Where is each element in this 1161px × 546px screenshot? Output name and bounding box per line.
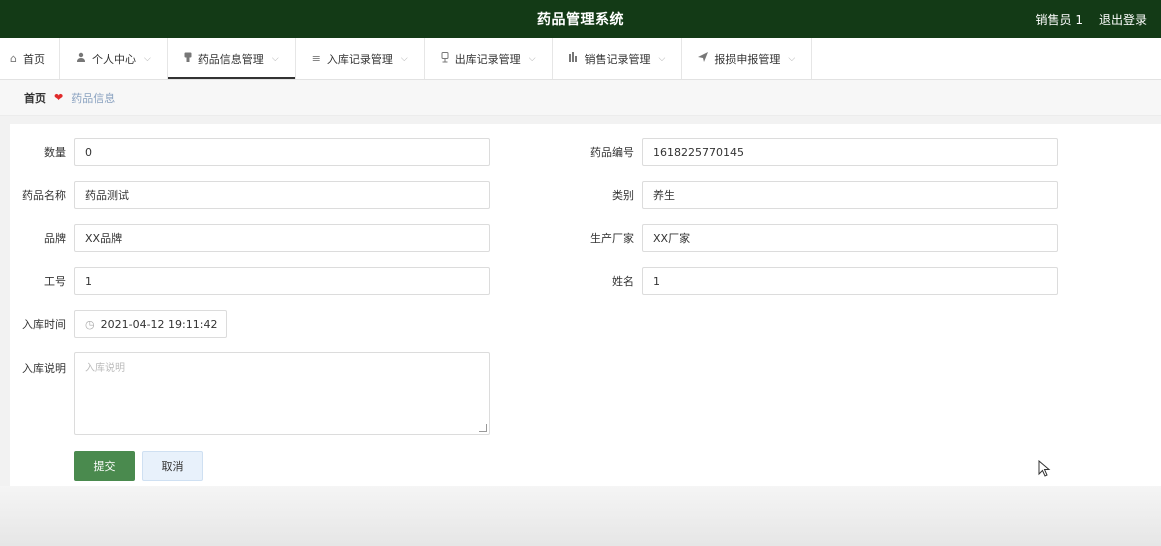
chevron-down-icon: ⌵ — [528, 53, 536, 64]
form-row-name: 药品名称 药品测试 — [10, 181, 490, 209]
chevron-down-icon: ⌵ — [788, 53, 796, 64]
nav-item-outbound-records[interactable]: 出库记录管理 ⌵ — [425, 38, 553, 79]
app-title: 药品管理系统 — [537, 12, 624, 28]
worker-id-input[interactable]: 1 — [74, 267, 490, 295]
breadcrumb: 首页 ❤ 药品信息 — [0, 80, 1161, 116]
description-label: 入库说明 — [22, 362, 66, 375]
worker-id-label: 工号 — [44, 275, 66, 288]
inbound-time-value: 2021-04-12 19:11:42 — [100, 317, 218, 331]
brand-input[interactable]: XX品牌 — [74, 224, 490, 252]
list-icon: ≡ — [311, 52, 321, 65]
quantity-input[interactable]: 0 — [74, 138, 490, 166]
page-footer-area — [0, 486, 1161, 546]
nav-item-drug-info[interactable]: 药品信息管理 ⌵ — [168, 38, 296, 79]
form-panel: 数量 0 药品编号 1618225770145 药品名称 药品测试 类别 养生 … — [10, 124, 1161, 504]
submit-button[interactable]: 提交 — [74, 451, 135, 481]
top-header: 药品管理系统 销售员 1 退出登录 — [0, 0, 1161, 38]
inbound-time-picker[interactable]: ◷ 2021-04-12 19:11:42 — [74, 310, 227, 338]
nav-item-sales-records[interactable]: 销售记录管理 ⌵ — [553, 38, 683, 79]
nav-item-label: 销售记录管理 — [584, 52, 651, 66]
current-user: 销售员 1 — [1035, 12, 1083, 27]
header-right: 销售员 1 退出登录 — [1036, 0, 1147, 38]
nav-item-label: 出库记录管理 — [454, 52, 521, 66]
manufacturer-label: 生产厂家 — [590, 232, 634, 245]
main-nav: ⌂ 首页 个人中心 ⌵ 药品信息管理 ⌵ ≡ 入库记录管理 ⌵ 出库记录管理 ⌵… — [0, 38, 1161, 80]
chevron-down-icon: ⌵ — [143, 53, 151, 64]
breadcrumb-current: 药品信息 — [71, 91, 116, 105]
nav-item-loss-report[interactable]: 报损申报管理 ⌵ — [682, 38, 813, 79]
send-icon — [698, 52, 709, 65]
nav-item-label: 报损申报管理 — [714, 52, 781, 66]
manufacturer-input[interactable]: XX厂家 — [642, 224, 1058, 252]
category-input[interactable]: 养生 — [642, 181, 1058, 209]
nav-item-label: 个人中心 — [91, 52, 136, 66]
nav-item-label: 药品信息管理 — [197, 52, 264, 66]
form-row-quantity: 数量 0 — [10, 138, 490, 166]
form-row-category: 类别 养生 — [570, 181, 1058, 209]
brand-label: 品牌 — [44, 232, 66, 245]
form-row-worker-id: 工号 1 — [10, 267, 490, 295]
worker-name-input[interactable]: 1 — [642, 267, 1058, 295]
inbound-time-label: 入库时间 — [22, 318, 66, 331]
user-icon — [76, 52, 86, 65]
form-row-code: 药品编号 1618225770145 — [570, 138, 1058, 166]
quantity-label: 数量 — [44, 146, 66, 159]
clock-icon: ◷ — [85, 317, 95, 331]
bar-chart-icon — [568, 52, 579, 65]
nav-item-inbound-records[interactable]: ≡ 入库记录管理 ⌵ — [296, 38, 425, 79]
nav-item-label: 首页 — [22, 52, 45, 66]
mouse-cursor-icon — [1038, 460, 1051, 477]
drug-name-label: 药品名称 — [22, 189, 66, 202]
description-textarea[interactable]: 入库说明 — [74, 352, 490, 435]
form-row-worker-name: 姓名 1 — [570, 267, 1058, 295]
form-row-brand: 品牌 XX品牌 — [10, 224, 490, 252]
category-label: 类别 — [612, 189, 634, 202]
cup-icon — [441, 51, 449, 66]
nav-item-home[interactable]: ⌂ 首页 — [0, 38, 60, 79]
nav-item-label: 入库记录管理 — [326, 52, 393, 66]
form-row-time: 入库时间 ◷ 2021-04-12 19:11:42 — [10, 310, 227, 338]
chevron-down-icon: ⌵ — [400, 53, 408, 64]
home-icon: ⌂ — [10, 52, 17, 65]
description-placeholder: 入库说明 — [85, 363, 125, 374]
nav-item-personal-center[interactable]: 个人中心 ⌵ — [60, 38, 168, 79]
chevron-down-icon: ⌵ — [658, 53, 666, 64]
chevron-down-icon: ⌵ — [271, 53, 279, 64]
form-row-manufacturer: 生产厂家 XX厂家 — [570, 224, 1058, 252]
breadcrumb-home[interactable]: 首页 — [24, 90, 46, 106]
resize-handle-icon[interactable] — [479, 424, 487, 432]
drug-name-input[interactable]: 药品测试 — [74, 181, 490, 209]
form-row-description: 入库说明 入库说明 — [10, 352, 490, 435]
pill-icon — [184, 52, 192, 66]
cancel-button[interactable]: 取消 — [142, 451, 203, 481]
worker-name-label: 姓名 — [612, 275, 634, 288]
drug-code-input[interactable]: 1618225770145 — [642, 138, 1058, 166]
logout-link[interactable]: 退出登录 — [1099, 11, 1147, 28]
heart-icon: ❤ — [54, 91, 64, 104]
drug-code-label: 药品编号 — [590, 146, 634, 159]
